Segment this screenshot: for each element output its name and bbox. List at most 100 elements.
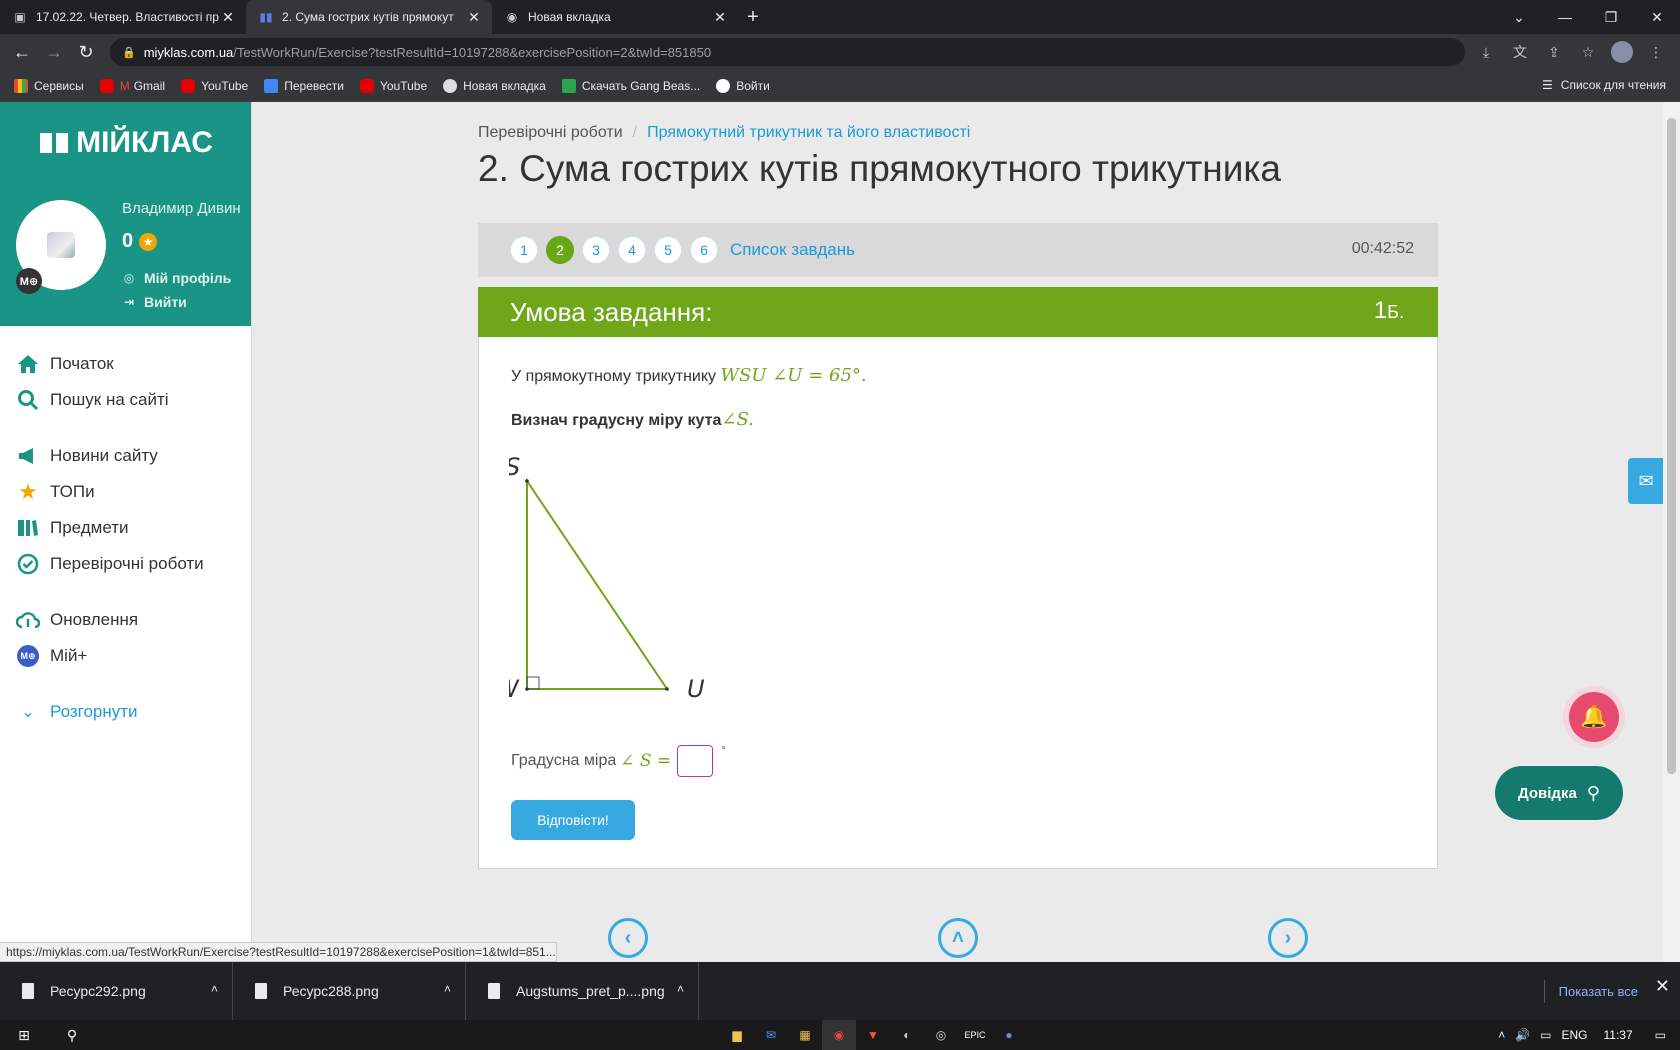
browser-toolbar: ← → ↻ 🔒 miyklas.com.ua/TestWorkRun/Exerc…	[0, 34, 1680, 70]
scroll-top-button[interactable]: ˄	[938, 918, 978, 958]
chrome-icon: ◉	[506, 10, 518, 24]
epic-games-icon[interactable]: EPIC	[958, 1020, 992, 1050]
translate-icon[interactable]: 文	[1506, 38, 1534, 66]
sidebar-item-tests[interactable]: Перевірочні роботи	[0, 546, 251, 582]
prev-exercise-button[interactable]: ‹	[608, 918, 648, 958]
sidebar-item-news[interactable]: Новини сайту	[0, 438, 251, 474]
site-logo[interactable]: МІЙКЛАС	[0, 102, 251, 184]
menu-icon[interactable]: ⋮	[1642, 38, 1670, 66]
network-icon[interactable]: ▭	[1540, 1028, 1551, 1042]
page-number-4[interactable]: 4	[618, 236, 646, 264]
sidebar-item-search[interactable]: Пошук на сайті	[0, 382, 251, 418]
forward-button[interactable]: →	[38, 36, 70, 68]
chevron-up-icon: ˄	[952, 926, 964, 949]
scrollbar-thumb[interactable]	[1667, 118, 1676, 774]
back-button[interactable]: ←	[6, 36, 38, 68]
help-button[interactable]: Довідка ⚲	[1495, 766, 1623, 820]
submit-button[interactable]: Відповісти!	[511, 800, 635, 840]
install-icon[interactable]: ⤓	[1472, 38, 1500, 66]
bookmark-translate[interactable]: Перевести	[264, 78, 344, 93]
logout-link[interactable]: ⇥ Вийти	[122, 294, 187, 310]
clock[interactable]: 11:37	[1604, 1028, 1633, 1042]
download-item[interactable]: Augstums_pret_p....png ˄	[466, 962, 699, 1020]
toolbar-actions: ⤓ 文 ⇪ ☆ ⋮	[1472, 38, 1670, 66]
browser-tab-3[interactable]: ◉ Новая вкладка ✕	[492, 0, 738, 34]
chrome-icon	[443, 78, 458, 93]
language-indicator[interactable]: ENG	[1562, 1028, 1588, 1042]
discord-icon[interactable]: ●	[992, 1020, 1026, 1050]
task-list-link[interactable]: Список завдань	[730, 240, 855, 260]
sidebar-item-home[interactable]: Початок	[0, 346, 251, 382]
windows-start-icon[interactable]: ⊞	[0, 1020, 48, 1050]
bookmark-login[interactable]: Войти	[716, 78, 770, 93]
profile-link[interactable]: ◎ Мій профіль	[122, 270, 232, 286]
show-all-downloads[interactable]: Показать все	[1543, 980, 1638, 1003]
next-exercise-button[interactable]: ›	[1268, 918, 1308, 958]
close-icon[interactable]: ✕	[712, 9, 728, 26]
sidebar-expand[interactable]: ⌄ Розгорнути	[0, 694, 251, 730]
mail-icon: ✉	[1638, 470, 1654, 491]
search-icon[interactable]: ⚲	[48, 1020, 96, 1050]
page-number-3[interactable]: 3	[582, 236, 610, 264]
download-item[interactable]: Ресурс292.png ˄	[0, 962, 233, 1020]
volume-icon[interactable]: 🔊	[1515, 1028, 1530, 1042]
chevron-up-icon[interactable]: ˄	[444, 982, 451, 996]
page-number-2[interactable]: 2	[546, 236, 574, 264]
brave-icon[interactable]: ▼	[856, 1020, 890, 1050]
chevron-up-icon[interactable]: ˄	[677, 982, 684, 996]
condition-math: WSU ∠U = 65°.	[720, 365, 867, 386]
browser-tab-1[interactable]: ▣ 17.02.22. Четвер. Властивості пр ✕	[0, 0, 246, 34]
close-window-button[interactable]: ✕	[1634, 0, 1680, 34]
close-icon[interactable]: ✕	[220, 9, 236, 26]
page-number-5[interactable]: 5	[654, 236, 682, 264]
steam-icon[interactable]: ◐	[890, 1020, 924, 1050]
taskbar-apps: ▆ ✉ ▦ ◉ ▼ ◐ ◎ EPIC ●	[720, 1020, 1026, 1050]
page-number-1[interactable]: 1	[510, 236, 538, 264]
close-icon[interactable]: ✕	[466, 9, 482, 26]
status-url: https://miyklas.com.ua/TestWorkRun/Exerc…	[0, 942, 557, 962]
browser-tab-2[interactable]: ▮▮ 2. Сума гострих кутів прямокут ✕	[246, 0, 492, 34]
bookmark-youtube-2[interactable]: YouTube	[359, 78, 427, 93]
sidebar-item-updates[interactable]: Оновлення	[0, 602, 251, 638]
page-scrollbar[interactable]	[1663, 102, 1680, 962]
bookmark-new-tab[interactable]: Новая вкладка	[443, 78, 546, 93]
chevron-down-icon[interactable]: ⌄	[1496, 0, 1542, 34]
notifications-button[interactable]: 🔔	[1569, 692, 1619, 742]
bookmark-gmail[interactable]: M Gmail	[99, 78, 165, 93]
new-tab-button[interactable]: +	[738, 0, 768, 34]
share-icon[interactable]: ⇪	[1540, 38, 1568, 66]
sidebar-item-tops[interactable]: ★ ТОПи	[0, 474, 251, 510]
breadcrumb-current[interactable]: Прямокутний трикутник та його властивост…	[647, 124, 970, 141]
download-item[interactable]: Ресурс288.png ˄	[233, 962, 466, 1020]
mplus-badge[interactable]: М⊕	[16, 268, 42, 294]
profile-avatar[interactable]	[1608, 38, 1636, 66]
address-bar[interactable]: 🔒 miyklas.com.ua/TestWorkRun/Exercise?te…	[110, 38, 1465, 66]
folder-icon[interactable]: ▆	[720, 1020, 754, 1050]
obs-icon[interactable]: ◎	[924, 1020, 958, 1050]
bookmark-gang-beasts[interactable]: Скачать Gang Beas...	[561, 78, 700, 93]
chevron-up-icon[interactable]: ˄	[1498, 1028, 1505, 1042]
chrome-icon[interactable]: ◉	[822, 1020, 856, 1050]
answer-input[interactable]	[677, 745, 714, 777]
close-icon[interactable]: ✕	[1655, 976, 1670, 997]
feedback-mail-button[interactable]: ✉	[1628, 458, 1664, 504]
breadcrumb-root[interactable]: Перевірочні роботи	[478, 124, 623, 141]
sidebar-item-subjects[interactable]: Предмети	[0, 510, 251, 546]
minimize-button[interactable]: —	[1542, 0, 1588, 34]
reading-list-button[interactable]: ☰ Список для чтения	[1542, 78, 1666, 92]
logout-link-label: Вийти	[144, 294, 187, 310]
sidebar-item-myplus[interactable]: М⊕ Мій+	[0, 638, 251, 674]
store-icon[interactable]: ▦	[788, 1020, 822, 1050]
bookmark-youtube[interactable]: YouTube	[181, 78, 248, 93]
star-icon[interactable]: ☆	[1574, 38, 1602, 66]
bookmark-services[interactable]: Сервисы	[14, 78, 84, 93]
mail-app-icon[interactable]: ✉	[754, 1020, 788, 1050]
youtube-icon	[359, 78, 374, 93]
cloud-icon	[16, 608, 40, 632]
reload-button[interactable]: ↻	[70, 36, 102, 68]
restore-button[interactable]: ❐	[1588, 0, 1634, 34]
chevron-up-icon[interactable]: ˄	[211, 982, 218, 996]
breadcrumb: Перевірочні роботи / Прямокутний трикутник…	[478, 124, 970, 142]
page-number-6[interactable]: 6	[690, 236, 718, 264]
notifications-icon[interactable]: ▭	[1655, 1028, 1666, 1042]
